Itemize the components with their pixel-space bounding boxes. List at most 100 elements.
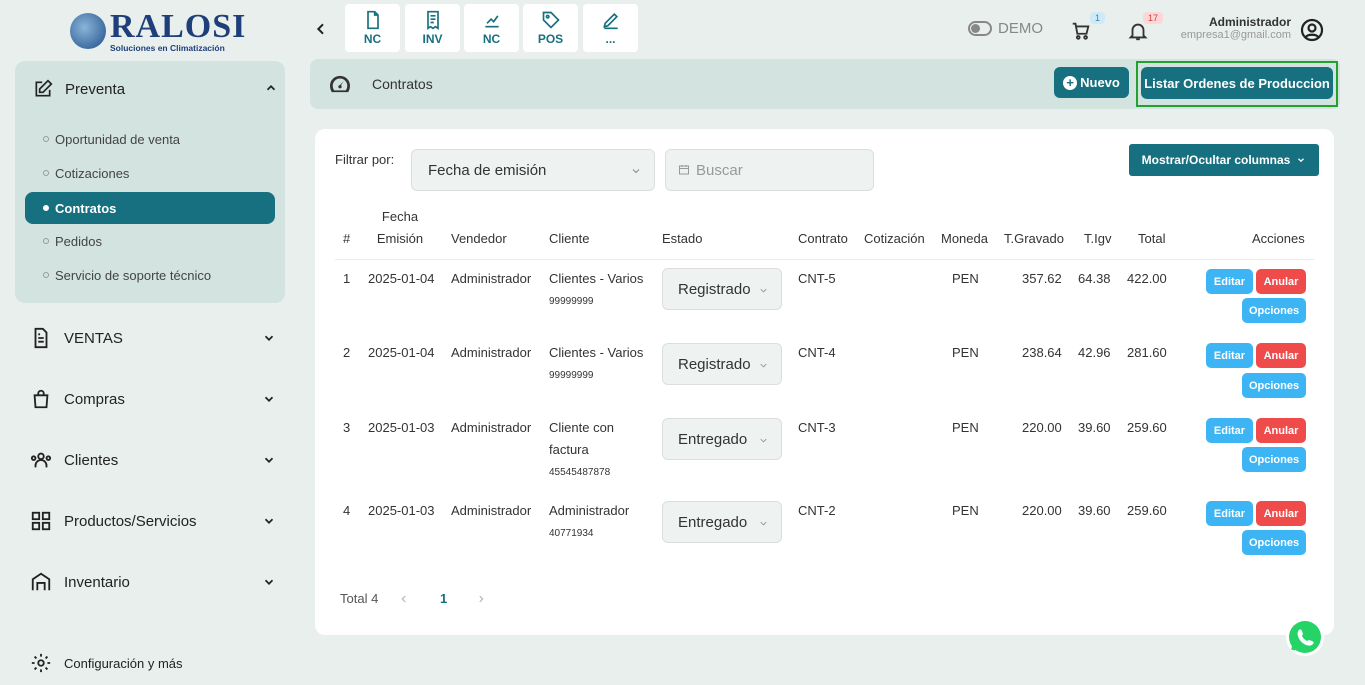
bullet-icon bbox=[43, 272, 49, 278]
cell-cliente: Clientes - Varios bbox=[549, 271, 644, 286]
th-gravado[interactable]: T.Gravado bbox=[1004, 228, 1064, 250]
th-fecha[interactable]: Fecha Emisión bbox=[368, 206, 432, 250]
sidebar-item-preventa[interactable]: Preventa bbox=[33, 76, 278, 102]
th-vendedor[interactable]: Vendedor bbox=[451, 228, 507, 250]
cell-gravado: 357.62 bbox=[1022, 271, 1062, 286]
cell-cliente: Clientes - Varios bbox=[549, 345, 644, 360]
plus-circle-icon: + bbox=[1063, 75, 1078, 90]
chevron-right-icon[interactable] bbox=[476, 593, 486, 605]
cell-fecha: 2025-01-03 bbox=[368, 503, 435, 518]
bullet-icon bbox=[43, 136, 49, 142]
quick-action-more[interactable]: ... bbox=[583, 4, 638, 52]
list-orders-highlight: Listar Ordenes de Produccion bbox=[1136, 61, 1338, 107]
list-orders-button[interactable]: Listar Ordenes de Produccion bbox=[1141, 67, 1333, 99]
sidebar-item-clientes[interactable]: Clientes bbox=[30, 447, 276, 473]
cell-doc: 45545487878 bbox=[549, 467, 611, 478]
document-icon bbox=[34, 327, 48, 349]
filter-field-select[interactable]: Fecha de emisión bbox=[411, 149, 655, 191]
sidebar-subitem-oportunidad[interactable]: Oportunidad de venta bbox=[25, 123, 275, 155]
cell-igv: 42.96 bbox=[1078, 345, 1111, 360]
th-total[interactable]: Total bbox=[1138, 228, 1165, 250]
cell-moneda: PEN bbox=[952, 271, 979, 286]
toggle-columns-button[interactable]: Mostrar/Ocultar columnas bbox=[1129, 144, 1319, 176]
page-title: Contratos bbox=[372, 76, 433, 92]
cell-num: 2 bbox=[343, 345, 351, 360]
th-cotizacion[interactable]: Cotización bbox=[864, 228, 925, 250]
users-icon bbox=[30, 452, 52, 468]
cancel-button[interactable]: Anular bbox=[1256, 501, 1306, 526]
estado-select[interactable]: Registrado bbox=[662, 268, 782, 310]
sidebar-item-inventario[interactable]: Inventario bbox=[30, 569, 276, 595]
demo-toggle[interactable]: DEMO bbox=[968, 20, 1043, 37]
cell-contrato: CNT-4 bbox=[798, 345, 836, 360]
quick-action-pos[interactable]: POS bbox=[523, 4, 578, 52]
quick-action-nc-2[interactable]: NC bbox=[464, 4, 519, 52]
chevron-down-icon bbox=[1298, 158, 1305, 163]
cancel-button[interactable]: Anular bbox=[1256, 343, 1306, 368]
cart-icon[interactable] bbox=[1070, 20, 1092, 42]
th-moneda[interactable]: Moneda bbox=[941, 228, 988, 250]
chevron-down-icon bbox=[264, 396, 274, 402]
estado-select[interactable]: Entregado bbox=[662, 418, 782, 460]
user-avatar-icon[interactable] bbox=[1300, 18, 1324, 42]
chevron-down-icon bbox=[760, 288, 767, 293]
quick-action-label: ... bbox=[605, 32, 616, 46]
sidebar-subitem-cotizaciones[interactable]: Cotizaciones bbox=[25, 157, 275, 189]
sidebar-subitem-contratos[interactable]: Contratos bbox=[25, 192, 275, 224]
options-button[interactable]: Opciones bbox=[1242, 298, 1306, 323]
pagination-page[interactable]: 1 bbox=[440, 591, 447, 606]
sidebar-item-compras[interactable]: Compras bbox=[30, 386, 276, 412]
whatsapp-icon[interactable] bbox=[1285, 617, 1325, 657]
th-igv[interactable]: T.Igv bbox=[1084, 228, 1111, 250]
cell-cliente-line2: factura bbox=[549, 442, 589, 457]
options-button[interactable]: Opciones bbox=[1242, 373, 1306, 398]
brand-logo[interactable]: RALOSI Soluciones en Climatización bbox=[70, 10, 246, 53]
sidebar-item-ventas[interactable]: VENTAS bbox=[30, 325, 276, 351]
toggle-icon bbox=[968, 21, 992, 36]
dashboard-gauge-icon bbox=[330, 75, 350, 93]
cancel-button[interactable]: Anular bbox=[1256, 269, 1306, 294]
edit-button[interactable]: Editar bbox=[1206, 418, 1253, 443]
cell-vendedor: Administrador bbox=[451, 503, 532, 518]
chevron-down-icon bbox=[760, 363, 767, 368]
new-button-label: Nuevo bbox=[1080, 75, 1120, 90]
edit-button[interactable]: Editar bbox=[1206, 501, 1253, 526]
chevron-left-icon[interactable] bbox=[313, 20, 329, 38]
edit-button[interactable]: Editar bbox=[1206, 269, 1253, 294]
options-button[interactable]: Opciones bbox=[1242, 447, 1306, 472]
sidebar-subitem-label: Cotizaciones bbox=[55, 165, 130, 181]
sidebar-group-preventa: Preventa Oportunidad de venta Cotizacion… bbox=[15, 61, 285, 303]
th-cliente[interactable]: Cliente bbox=[549, 228, 589, 250]
cell-total: 259.60 bbox=[1127, 420, 1167, 435]
new-button[interactable]: + Nuevo bbox=[1054, 67, 1129, 98]
sidebar-subitem-soporte[interactable]: Servicio de soporte técnico bbox=[25, 259, 275, 291]
quick-action-nc[interactable]: NC bbox=[345, 4, 400, 52]
quick-action-inv[interactable]: INV bbox=[405, 4, 460, 52]
estado-select[interactable]: Entregado bbox=[662, 501, 782, 543]
sidebar-item-label: Clientes bbox=[64, 451, 119, 469]
pagination-total: Total 4 bbox=[340, 591, 379, 606]
edit-icon bbox=[35, 79, 53, 97]
estado-value: Entregado bbox=[678, 514, 748, 531]
receipt-icon bbox=[426, 10, 439, 30]
options-button[interactable]: Opciones bbox=[1242, 530, 1306, 555]
estado-select[interactable]: Registrado bbox=[662, 343, 782, 385]
toggle-columns-label: Mostrar/Ocultar columnas bbox=[1141, 153, 1291, 167]
edit-button[interactable]: Editar bbox=[1206, 343, 1253, 368]
cancel-button[interactable]: Anular bbox=[1256, 418, 1306, 443]
estado-value: Registrado bbox=[678, 356, 751, 373]
user-email: empresa1@gmail.com bbox=[1180, 29, 1291, 41]
cell-igv: 39.60 bbox=[1078, 503, 1111, 518]
sidebar-subitem-pedidos[interactable]: Pedidos bbox=[25, 225, 275, 257]
search-input[interactable]: Buscar bbox=[665, 149, 874, 191]
filter-label: Filtrar por: bbox=[335, 152, 395, 167]
cell-fecha: 2025-01-04 bbox=[368, 271, 435, 286]
th-contrato[interactable]: Contrato bbox=[798, 228, 848, 250]
sidebar-item-productos[interactable]: Productos/Servicios bbox=[30, 508, 276, 534]
sidebar-subitem-label: Contratos bbox=[55, 200, 117, 216]
sidebar-item-config[interactable]: Configuración y más bbox=[30, 650, 276, 676]
th-estado[interactable]: Estado bbox=[662, 228, 702, 250]
chart-icon bbox=[484, 15, 499, 28]
sidebar-subitem-label: Servicio de soporte técnico bbox=[55, 267, 212, 283]
chevron-left-icon[interactable] bbox=[399, 593, 409, 605]
